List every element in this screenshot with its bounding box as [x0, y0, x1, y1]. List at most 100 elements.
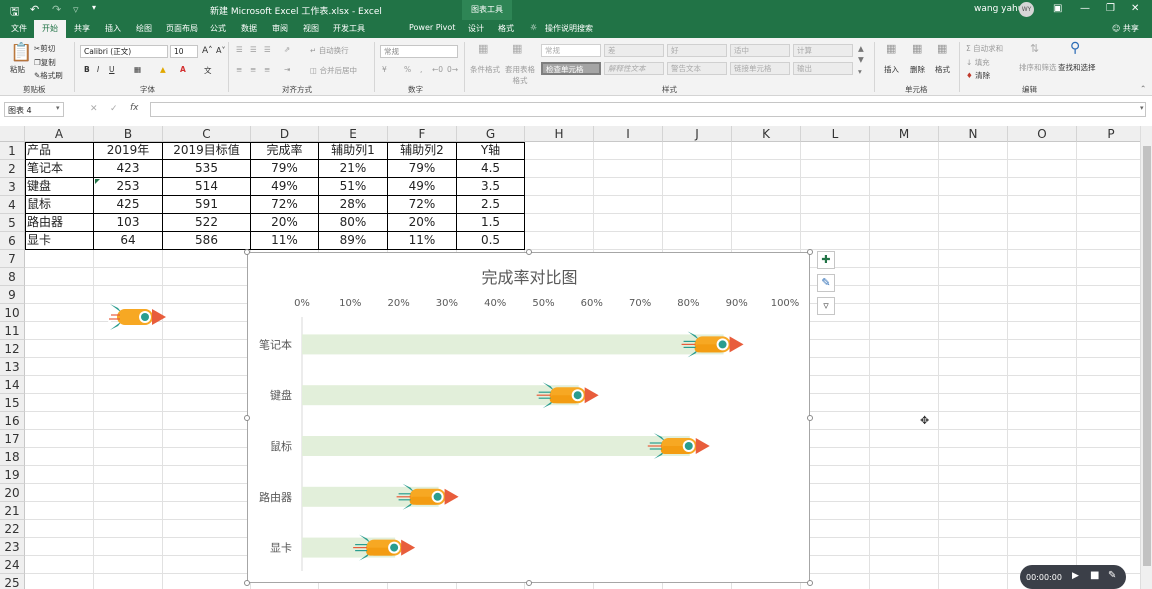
cell[interactable]	[801, 232, 870, 250]
cell[interactable]	[163, 412, 251, 430]
cell[interactable]	[939, 286, 1008, 304]
cell[interactable]	[939, 520, 1008, 538]
play-icon[interactable]: ▶	[1072, 571, 1079, 581]
pen-icon[interactable]: ✎	[1108, 570, 1116, 581]
row-header[interactable]: 12	[0, 340, 25, 358]
cell[interactable]	[594, 178, 663, 196]
align-left-icon[interactable]: ≡	[236, 65, 242, 74]
cell[interactable]	[663, 214, 732, 232]
cell[interactable]	[594, 160, 663, 178]
italic-button[interactable]: I	[97, 65, 99, 74]
cell[interactable]	[801, 214, 870, 232]
cell[interactable]	[163, 250, 251, 268]
table-cell[interactable]: 0.5	[457, 232, 525, 250]
expand-formula-icon[interactable]: ▾	[1140, 104, 1144, 112]
cell[interactable]	[525, 142, 594, 160]
column-header[interactable]: N	[939, 126, 1008, 142]
table-cell[interactable]: 辅助列2	[388, 142, 457, 160]
cell[interactable]	[939, 430, 1008, 448]
column-header[interactable]: H	[525, 126, 594, 142]
cell[interactable]	[939, 340, 1008, 358]
cell[interactable]	[1077, 286, 1140, 304]
close-icon[interactable]: ✕	[1131, 3, 1139, 14]
row-header[interactable]: 2	[0, 160, 25, 178]
row-header[interactable]: 4	[0, 196, 25, 214]
cell[interactable]	[870, 196, 939, 214]
wrap-text-button[interactable]: ↵ 自动换行	[310, 45, 349, 56]
cell[interactable]	[163, 322, 251, 340]
cell[interactable]	[870, 448, 939, 466]
column-header[interactable]: P	[1077, 126, 1140, 142]
cell[interactable]	[1077, 538, 1140, 556]
error-indicator-icon[interactable]	[95, 179, 100, 184]
cell[interactable]	[870, 484, 939, 502]
cell[interactable]	[525, 160, 594, 178]
table-cell[interactable]: 79%	[251, 160, 319, 178]
cell[interactable]	[594, 196, 663, 214]
cell[interactable]	[1077, 214, 1140, 232]
row-header[interactable]: 9	[0, 286, 25, 304]
resize-handle[interactable]	[526, 580, 532, 586]
avatar[interactable]: WY	[1019, 2, 1034, 17]
cell[interactable]	[663, 142, 732, 160]
cell[interactable]	[1008, 232, 1077, 250]
cell[interactable]	[25, 538, 94, 556]
cell[interactable]	[870, 160, 939, 178]
tab-home[interactable]: 开始	[34, 20, 66, 38]
percent-icon[interactable]: %	[404, 65, 411, 74]
cell[interactable]	[870, 520, 939, 538]
row-header[interactable]: 18	[0, 448, 25, 466]
increase-decimal-icon[interactable]: ←0	[432, 65, 443, 74]
cell[interactable]	[870, 232, 939, 250]
row-header[interactable]: 25	[0, 574, 25, 589]
comma-icon[interactable]: ,	[420, 65, 422, 74]
cell[interactable]	[163, 304, 251, 322]
table-cell[interactable]: Y轴	[457, 142, 525, 160]
formula-input[interactable]	[150, 102, 1146, 117]
tab-format[interactable]: 格式	[498, 23, 514, 34]
align-middle-icon[interactable]: ☰	[250, 45, 257, 54]
cell[interactable]	[163, 520, 251, 538]
cell[interactable]	[94, 394, 163, 412]
shrink-font-icon[interactable]: A˅	[216, 46, 225, 55]
cell[interactable]	[870, 250, 939, 268]
style-normal[interactable]: 常规	[541, 44, 601, 57]
table-cell[interactable]: 522	[163, 214, 251, 232]
cell[interactable]	[25, 520, 94, 538]
cell[interactable]	[1008, 142, 1077, 160]
cell[interactable]	[163, 574, 251, 589]
vertical-scrollbar[interactable]	[1140, 126, 1152, 589]
table-cell[interactable]: 21%	[319, 160, 388, 178]
style-warning[interactable]: 警告文本	[667, 62, 727, 75]
filter-quick-icon[interactable]: ▿	[73, 3, 79, 16]
tab-developer[interactable]: 开发工具	[333, 23, 365, 34]
tab-draw[interactable]: 绘图	[136, 23, 152, 34]
table-cell[interactable]: 键盘	[25, 178, 94, 196]
cell[interactable]	[801, 196, 870, 214]
resize-handle[interactable]	[807, 415, 813, 421]
cell[interactable]	[801, 484, 870, 502]
cell[interactable]	[1008, 196, 1077, 214]
cell[interactable]	[25, 466, 94, 484]
cell[interactable]	[163, 556, 251, 574]
cell[interactable]	[939, 484, 1008, 502]
delete-cells-button[interactable]: 删除	[910, 64, 925, 75]
table-cell[interactable]: 423	[94, 160, 163, 178]
conditional-format-button[interactable]: 条件格式	[470, 64, 500, 75]
cell[interactable]	[870, 358, 939, 376]
cell[interactable]	[1077, 142, 1140, 160]
bar-track[interactable]	[302, 334, 724, 355]
cell[interactable]	[25, 484, 94, 502]
column-header[interactable]: L	[801, 126, 870, 142]
cell[interactable]	[663, 196, 732, 214]
cell[interactable]	[1077, 178, 1140, 196]
table-cell[interactable]: 253	[94, 178, 163, 196]
cell[interactable]	[939, 196, 1008, 214]
font-color-icon[interactable]: A	[180, 65, 186, 74]
insert-cells-button[interactable]: 插入	[884, 64, 899, 75]
row-header[interactable]: 24	[0, 556, 25, 574]
chart-styles-button[interactable]: ✎	[817, 274, 835, 292]
cell[interactable]	[1008, 430, 1077, 448]
table-cell[interactable]: 辅助列1	[319, 142, 388, 160]
align-top-icon[interactable]: ☰	[236, 45, 243, 54]
